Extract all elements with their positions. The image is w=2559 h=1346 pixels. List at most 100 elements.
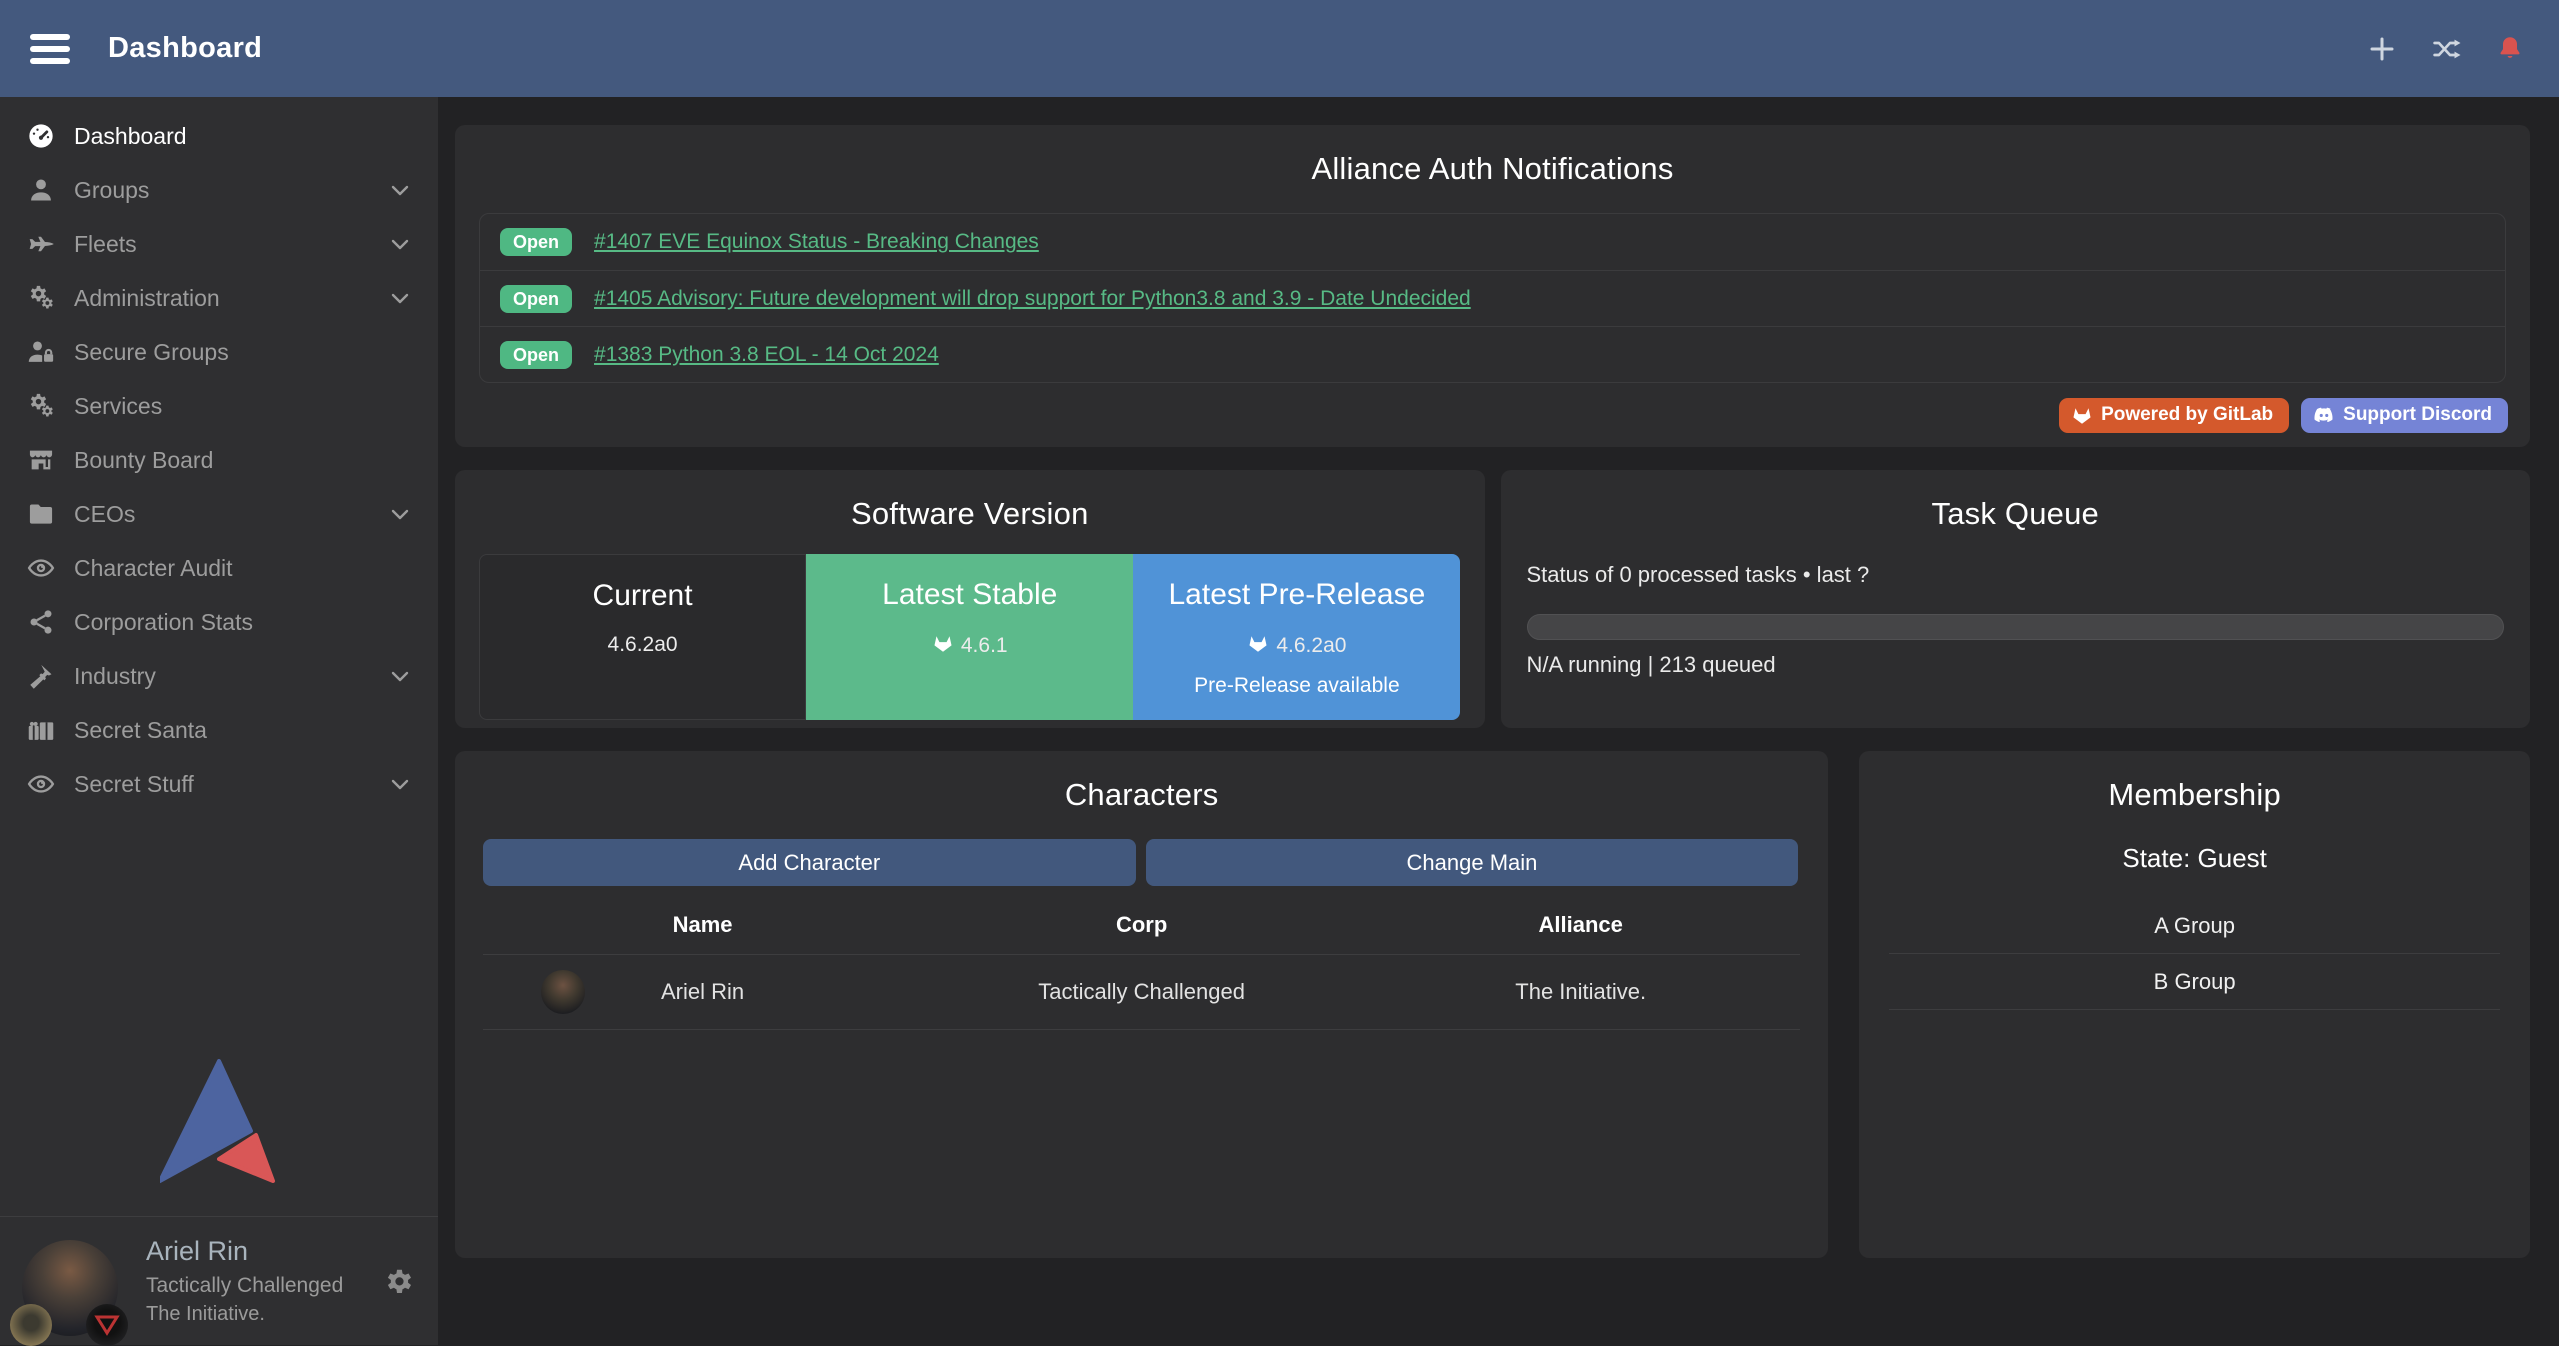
- sidebar-item-label: Character Audit: [74, 555, 233, 582]
- sidebar-item-groups[interactable]: Groups: [0, 163, 438, 217]
- shuffle-icon[interactable]: [2431, 34, 2461, 64]
- corp-logo-badge: [10, 1304, 52, 1346]
- sidebar-item-label: Dashboard: [74, 123, 187, 150]
- gifts-icon: [24, 715, 58, 745]
- alliance-auth-logo: [0, 1059, 438, 1185]
- notification-link[interactable]: #1407 EVE Equinox Status - Breaking Chan…: [594, 230, 1039, 254]
- version-col-stable: Latest Stable 4.6.1: [806, 554, 1133, 720]
- hammer-icon: [24, 661, 58, 691]
- membership-group: A Group: [1889, 898, 2500, 954]
- gitlab-badge-label: Powered by GitLab: [2101, 404, 2273, 426]
- bell-icon[interactable]: [2495, 34, 2525, 64]
- version-col-label: Latest Stable: [806, 578, 1133, 612]
- folder-icon: [24, 499, 58, 529]
- gears-icon: [24, 283, 58, 313]
- task-queue-panel: Task Queue Status of 0 processed tasks •…: [1501, 470, 2531, 728]
- plus-icon[interactable]: [2367, 34, 2397, 64]
- sidebar-item-industry[interactable]: Industry: [0, 649, 438, 703]
- character-name: Ariel Rin: [661, 979, 744, 1004]
- task-queue-line: N/A running | 213 queued: [1527, 652, 2505, 678]
- change-main-button[interactable]: Change Main: [1146, 839, 1799, 886]
- gears-icon: [24, 391, 58, 421]
- version-number: 4.6.2a0: [608, 633, 678, 657]
- status-badge: Open: [500, 285, 572, 313]
- eye-icon: [24, 769, 58, 799]
- software-version-panel: Software Version Current4.6.2a0Latest St…: [455, 470, 1485, 728]
- chevron-down-icon: [388, 232, 412, 256]
- sidebar-item-corporation-stats[interactable]: Corporation Stats: [0, 595, 438, 649]
- sidebar-item-label: Industry: [74, 663, 156, 690]
- gear-icon[interactable]: [380, 1264, 414, 1298]
- version-col-label: Latest Pre-Release: [1133, 578, 1460, 612]
- sidebar-item-secure-groups[interactable]: Secure Groups: [0, 325, 438, 379]
- add-character-button[interactable]: Add Character: [483, 839, 1136, 886]
- version-table: Current4.6.2a0Latest Stable4.6.1Latest P…: [479, 554, 1461, 720]
- gitlab-fox-icon: [2071, 404, 2093, 426]
- sidebar: Dashboard Groups Fleets Administration Secur…: [0, 97, 438, 1345]
- status-badge: Open: [500, 341, 572, 369]
- fighter-jet-icon: [24, 229, 58, 259]
- user-panel: Ariel Rin Tactically Challenged The Init…: [0, 1216, 438, 1345]
- user-name: Ariel Rin: [146, 1234, 343, 1269]
- alliance-logo-badge: [86, 1304, 128, 1346]
- notification-row: Open #1407 EVE Equinox Status - Breaking …: [480, 214, 2505, 270]
- sidebar-item-bounty-board[interactable]: Bounty Board: [0, 433, 438, 487]
- hamburger-menu-icon[interactable]: [30, 34, 70, 64]
- sidebar-item-label: Secret Stuff: [74, 771, 194, 798]
- notifications-list: Open #1407 EVE Equinox Status - Breaking …: [479, 213, 2506, 383]
- notifications-title: Alliance Auth Notifications: [455, 151, 2530, 187]
- share-nodes-icon: [24, 607, 58, 637]
- main-content: Alliance Auth Notifications Open #1407 EV…: [438, 97, 2559, 1345]
- discord-icon: [2313, 404, 2335, 426]
- sidebar-item-services[interactable]: Services: [0, 379, 438, 433]
- chevron-down-icon: [388, 772, 412, 796]
- chevron-down-icon: [388, 178, 412, 202]
- gitlab-fox-icon: [1247, 632, 1269, 660]
- sidebar-item-secret-stuff[interactable]: Secret Stuff: [0, 757, 438, 811]
- col-header-alliance: Alliance: [1361, 912, 1800, 938]
- chevron-down-icon: [388, 664, 412, 688]
- notification-link[interactable]: #1383 Python 3.8 EOL - 14 Oct 2024: [594, 343, 939, 367]
- sidebar-item-label: CEOs: [74, 501, 135, 528]
- notifications-panel: Alliance Auth Notifications Open #1407 EV…: [455, 125, 2530, 447]
- sidebar-item-label: Services: [74, 393, 162, 420]
- version-note: Pre-Release available: [1133, 674, 1460, 698]
- characters-table: Name Corp Alliance Ariel RinTactically C…: [483, 896, 1800, 1030]
- powered-by-gitlab-badge[interactable]: Powered by GitLab: [2059, 398, 2289, 433]
- user-icon: [24, 175, 58, 205]
- character-corp: Tactically Challenged: [922, 979, 1361, 1005]
- gauge-icon: [24, 121, 58, 151]
- sidebar-item-label: Secret Santa: [74, 717, 207, 744]
- chevron-down-icon: [388, 286, 412, 310]
- notification-link[interactable]: #1405 Advisory: Future development will …: [594, 287, 1471, 311]
- membership-group: B Group: [1889, 954, 2500, 1010]
- support-discord-badge[interactable]: Support Discord: [2301, 398, 2508, 433]
- sidebar-item-character-audit[interactable]: Character Audit: [0, 541, 438, 595]
- membership-state: State: Guest: [1859, 843, 2530, 874]
- character-avatar: [541, 970, 585, 1014]
- software-version-title: Software Version: [455, 496, 1485, 532]
- sidebar-item-label: Fleets: [74, 231, 137, 258]
- sidebar-item-label: Corporation Stats: [74, 609, 253, 636]
- version-number: 4.6.1: [961, 634, 1008, 658]
- page-title: Dashboard: [108, 32, 262, 65]
- chevron-down-icon: [388, 502, 412, 526]
- sidebar-item-secret-santa[interactable]: Secret Santa: [0, 703, 438, 757]
- notification-row: Open #1383 Python 3.8 EOL - 14 Oct 2024: [480, 326, 2505, 382]
- membership-title: Membership: [1859, 777, 2530, 813]
- task-progress-bar: [1527, 614, 2505, 640]
- user-corp: Tactically Challenged: [146, 1273, 343, 1300]
- characters-panel: Characters Add Character Change Main Nam…: [455, 751, 1828, 1258]
- eye-icon: [24, 553, 58, 583]
- store-icon: [24, 445, 58, 475]
- character-row: Ariel Rin Tactically ChallengedThe Initia…: [483, 954, 1800, 1030]
- sidebar-item-label: Bounty Board: [74, 447, 213, 474]
- sidebar-item-label: Administration: [74, 285, 220, 312]
- sidebar-item-ceos[interactable]: CEOs: [0, 487, 438, 541]
- character-alliance: The Initiative.: [1361, 979, 1800, 1005]
- sidebar-item-fleets[interactable]: Fleets: [0, 217, 438, 271]
- top-navbar: Dashboard: [0, 0, 2559, 97]
- sidebar-item-administration[interactable]: Administration: [0, 271, 438, 325]
- sidebar-item-dashboard[interactable]: Dashboard: [0, 109, 438, 163]
- status-badge: Open: [500, 228, 572, 256]
